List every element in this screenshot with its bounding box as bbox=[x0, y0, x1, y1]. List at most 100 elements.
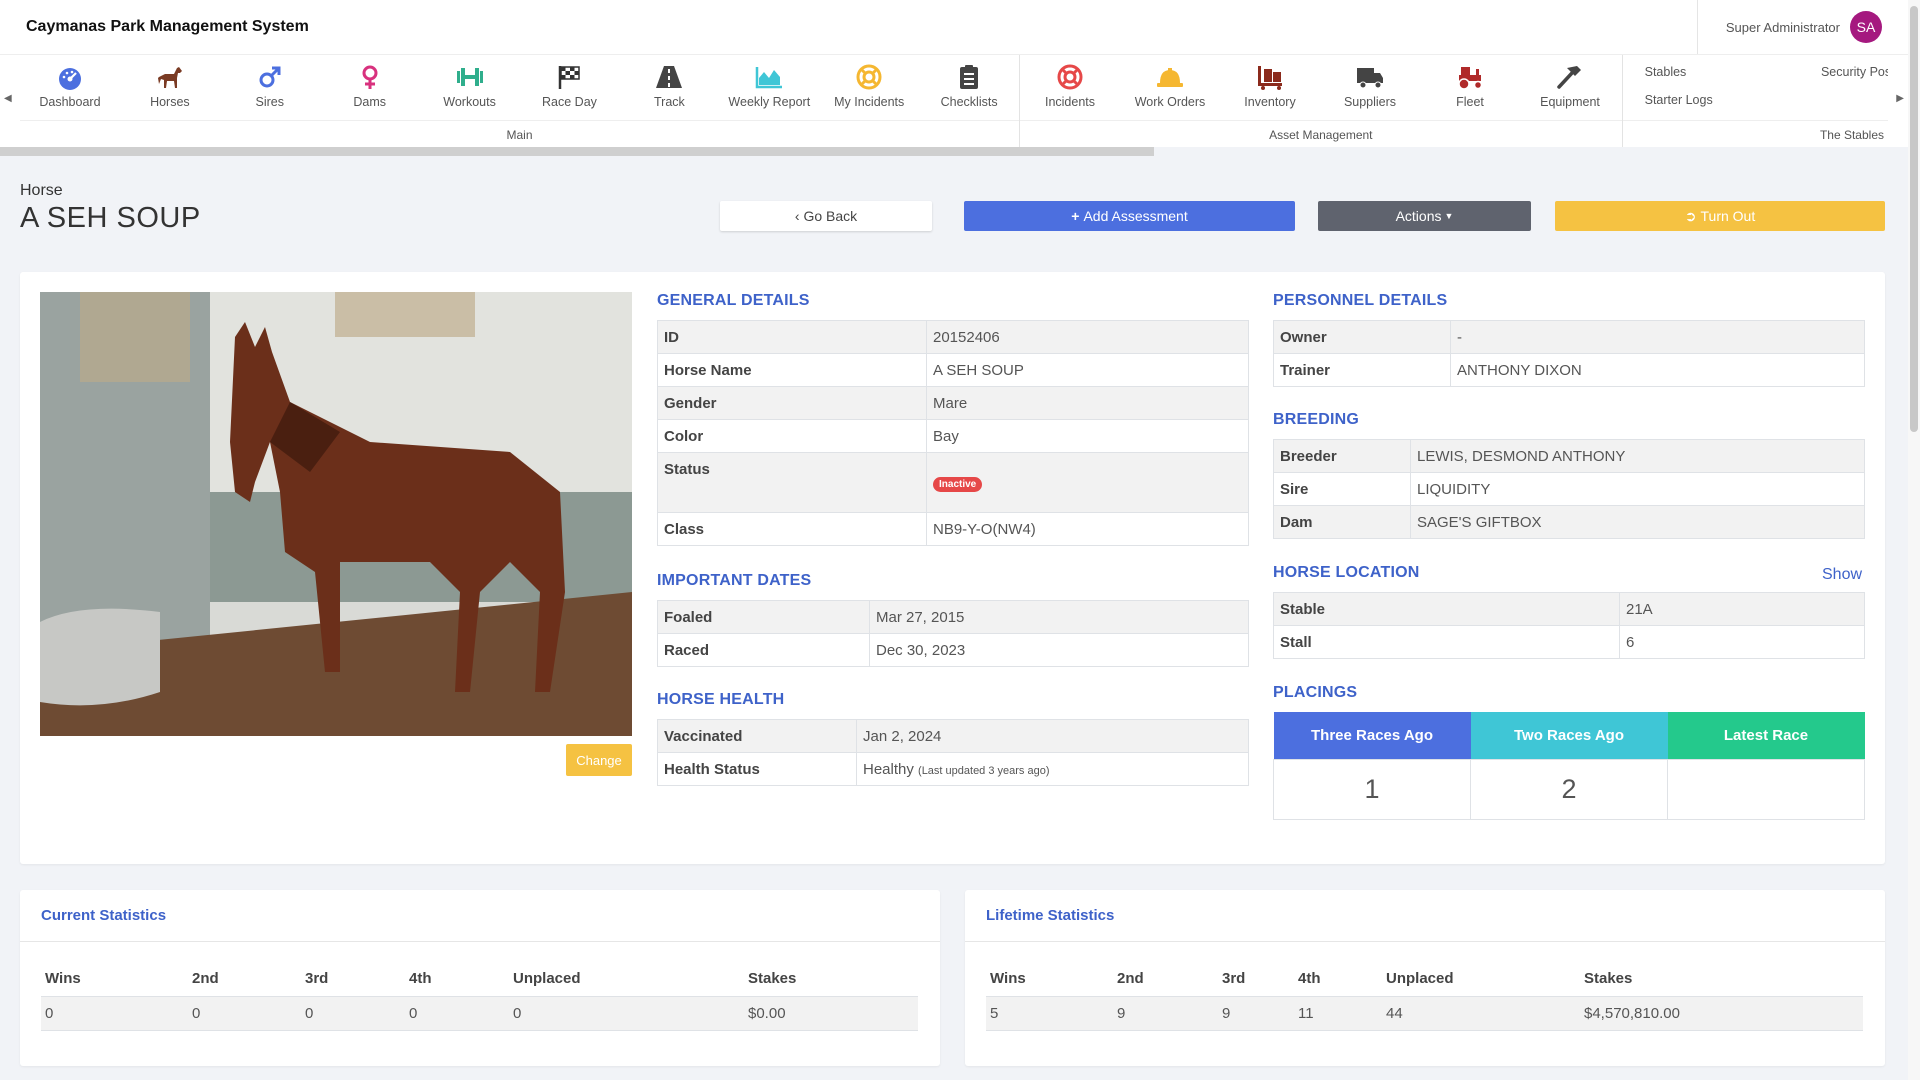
ribbon-item-incidents[interactable]: Incidents bbox=[1020, 55, 1120, 120]
turn-out-button[interactable]: ➲ Turn Out bbox=[1555, 201, 1885, 231]
ribbon-item-inventory[interactable]: Inventory bbox=[1220, 55, 1320, 120]
ribbon-item-label: My Incidents bbox=[834, 95, 905, 109]
ribbon-group-main: Dashboard Horses Sires Dams Workouts Rac… bbox=[20, 55, 1020, 148]
horse-detail-card: Change GENERAL DETAILS ID 20152406 Horse … bbox=[20, 272, 1885, 864]
go-back-label: Go Back bbox=[803, 208, 858, 224]
ribbon-scroll-right-icon[interactable]: ▶ bbox=[1896, 93, 1904, 104]
user-menu[interactable]: Super Administrator SA bbox=[1696, 0, 1882, 54]
go-back-button[interactable]: ‹ Go Back bbox=[720, 201, 932, 231]
ribbon-item-sires[interactable]: Sires bbox=[220, 55, 320, 120]
column-header: Stakes bbox=[744, 962, 918, 997]
ribbon-item-suppliers[interactable]: Suppliers bbox=[1320, 55, 1420, 120]
table-cell: $0.00 bbox=[744, 996, 918, 1031]
table-row: Class NB9-Y-O(NW4) bbox=[657, 512, 1249, 546]
table-row: Stable 21A bbox=[1273, 592, 1865, 626]
ribbon-item-label: Workouts bbox=[443, 95, 496, 109]
hammer-icon bbox=[1557, 66, 1581, 89]
ribbon-item-label: Incidents bbox=[1044, 95, 1096, 109]
change-photo-button[interactable]: Change bbox=[566, 744, 632, 776]
dashboard-icon bbox=[58, 68, 81, 90]
ribbon-scrollbar-thumb[interactable] bbox=[0, 147, 1154, 156]
personnel-details-title: PERSONNEL DETAILS bbox=[1273, 292, 1448, 309]
ribbon-item-label: Fleet bbox=[1456, 95, 1484, 109]
table-row: Sire LIQUIDITY bbox=[1273, 472, 1865, 506]
road-icon bbox=[656, 66, 683, 88]
app-title: Caymanas Park Management System bbox=[26, 18, 309, 35]
tractor-icon bbox=[1458, 67, 1483, 90]
ribbon-link-security-post[interactable]: Security Post bbox=[1765, 65, 1888, 93]
clipboard-icon bbox=[960, 65, 979, 89]
ribbon-item-weekly-report[interactable]: Weekly Report bbox=[719, 55, 819, 120]
table-cell: $4,570,810.00 bbox=[1580, 996, 1863, 1031]
ribbon-item-equipment[interactable]: Equipment bbox=[1520, 55, 1620, 120]
ribbon-item-label: Race Day bbox=[542, 95, 597, 109]
table-row: Breeder LEWIS, DESMOND ANTHONY bbox=[1273, 439, 1865, 473]
table-cell: 44 bbox=[1382, 996, 1580, 1031]
ribbon-item-label: Horses bbox=[150, 95, 190, 109]
horse-location-title: HORSE LOCATION bbox=[1273, 564, 1420, 581]
placing-two-races-ago: 2 bbox=[1470, 758, 1668, 820]
ribbon-item-race-day[interactable]: Race Day bbox=[520, 55, 620, 120]
ribbon-item-label: Dashboard bbox=[39, 95, 101, 109]
ribbon-item-my-incidents[interactable]: My Incidents bbox=[819, 55, 919, 120]
ribbon-item-checklists[interactable]: Checklists bbox=[919, 55, 1019, 120]
column-header: Unplaced bbox=[509, 962, 744, 997]
ribbon-group-label-main: Main bbox=[20, 120, 1019, 148]
table-row: Horse Name A SEH SOUP bbox=[657, 353, 1249, 387]
show-location-link[interactable]: Show bbox=[1822, 566, 1862, 584]
ribbon-item-horses[interactable]: Horses bbox=[120, 55, 220, 120]
trainer-value: ANTHONY DIXON bbox=[1450, 353, 1865, 387]
breeding-title: BREEDING bbox=[1273, 411, 1360, 428]
vaccinated-label: Vaccinated bbox=[657, 719, 857, 753]
gender-label: Gender bbox=[657, 386, 927, 420]
user-name[interactable]: Super Administrator bbox=[1726, 20, 1840, 35]
page-scrollbar[interactable] bbox=[1908, 0, 1920, 1080]
table-row: Vaccinated Jan 2, 2024 bbox=[657, 719, 1249, 753]
general-details-table: ID 20152406 Horse Name A SEH SOUP Gender Ma… bbox=[657, 320, 1249, 546]
ribbon-item-fleet[interactable]: Fleet bbox=[1420, 55, 1520, 120]
actions-label: Actions bbox=[1395, 208, 1442, 224]
plus-icon: + bbox=[1071, 208, 1080, 224]
status-badge: Inactive bbox=[933, 476, 983, 492]
ribbon-link-starter-logs[interactable]: Starter Logs bbox=[1645, 93, 1765, 121]
table-row: Trainer ANTHONY DIXON bbox=[1273, 353, 1865, 387]
horse-health-table: Vaccinated Jan 2, 2024 Health Status Healt… bbox=[657, 719, 1249, 786]
stable-value: 21A bbox=[1619, 592, 1865, 626]
page-title: A SEH SOUP bbox=[20, 202, 201, 234]
ribbon-item-dashboard[interactable]: Dashboard bbox=[20, 55, 120, 120]
id-label: ID bbox=[657, 320, 927, 354]
dumbbell-icon bbox=[456, 68, 483, 86]
ribbon-group-the-stables: Stables Security Post Starter Logs The S… bbox=[1622, 55, 1888, 148]
avatar[interactable]: SA bbox=[1850, 11, 1882, 43]
page-scrollbar-thumb[interactable] bbox=[1910, 6, 1918, 432]
actions-dropdown-button[interactable]: Actions ▼ bbox=[1318, 201, 1531, 231]
add-assessment-button[interactable]: + Add Assessment bbox=[964, 201, 1295, 231]
chevron-left-icon: ‹ bbox=[794, 208, 800, 224]
ribbon-link-stables[interactable]: Stables bbox=[1645, 65, 1765, 93]
ribbon-item-dams[interactable]: Dams bbox=[320, 55, 420, 120]
placings-header-latest-race: Latest Race bbox=[1667, 712, 1865, 759]
breeding-table: Breeder LEWIS, DESMOND ANTHONY Sire LIQUID… bbox=[1273, 439, 1865, 539]
ribbon-item-work-orders[interactable]: Work Orders bbox=[1120, 55, 1220, 120]
personnel-details-table: Owner - Trainer ANTHONY DIXON bbox=[1273, 320, 1865, 387]
horse-photo bbox=[40, 292, 632, 736]
important-dates-table: Foaled Mar 27, 2015 Raced Dec 30, 2023 bbox=[657, 600, 1249, 667]
horse-image bbox=[40, 292, 632, 736]
owner-value: - bbox=[1450, 320, 1865, 354]
ribbon-group-label-asset-management: Asset Management bbox=[1020, 120, 1622, 148]
important-dates-title: IMPORTANT DATES bbox=[657, 572, 812, 589]
table-row: Color Bay bbox=[657, 419, 1249, 453]
breeder-label: Breeder bbox=[1273, 439, 1411, 473]
ribbon-item-workouts[interactable]: Workouts bbox=[420, 55, 520, 120]
horse-health-title: HORSE HEALTH bbox=[657, 691, 785, 708]
column-header: Wins bbox=[986, 962, 1113, 997]
table-row: Owner - bbox=[1273, 320, 1865, 354]
table-header-row: Wins 2nd 3rd 4th Unplaced Stakes bbox=[41, 962, 918, 997]
horse-name-label: Horse Name bbox=[657, 353, 927, 387]
table-row: Status Inactive bbox=[657, 452, 1249, 513]
health-status-note: (Last updated 3 years ago) bbox=[918, 764, 1050, 777]
lifetime-statistics-title: Lifetime Statistics bbox=[965, 890, 1885, 942]
ribbon-scroll-left-icon[interactable]: ◀ bbox=[4, 93, 12, 104]
ribbon-item-track[interactable]: Track bbox=[619, 55, 719, 120]
sire-label: Sire bbox=[1273, 472, 1411, 506]
